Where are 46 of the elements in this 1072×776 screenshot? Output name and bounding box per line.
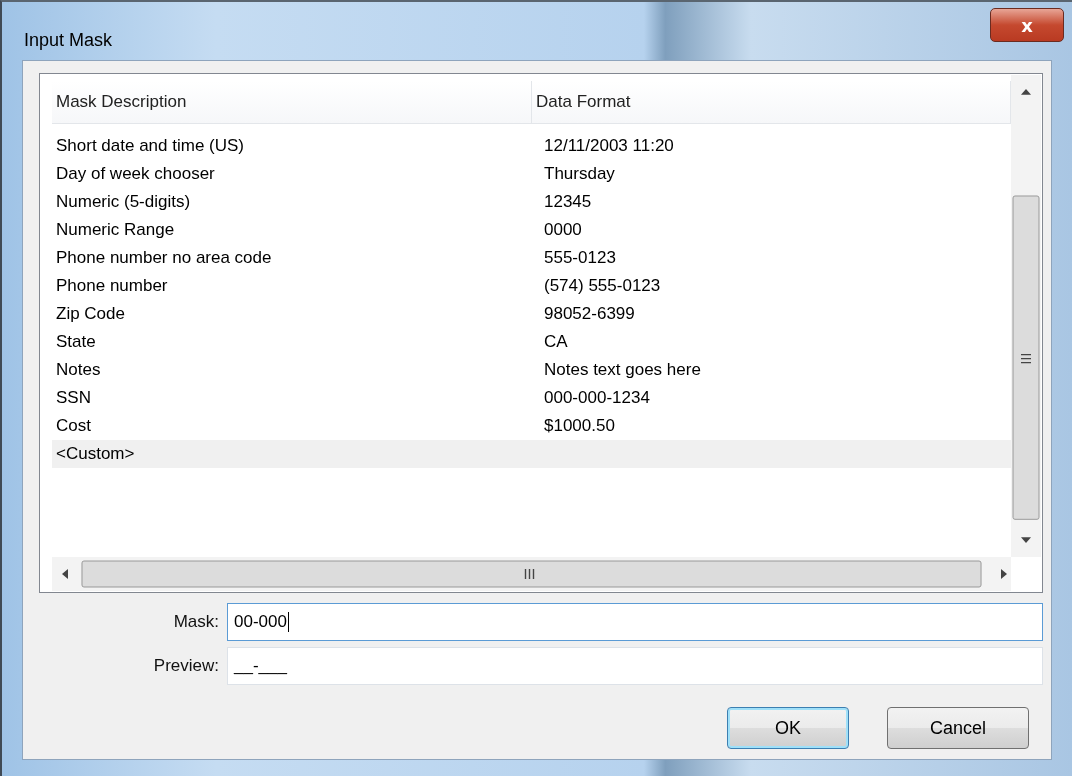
list-row[interactable]: Day of week chooser Thursday xyxy=(52,160,1011,188)
list-row[interactable]: SSN 000-000-1234 xyxy=(52,384,1011,412)
list-row[interactable]: State CA xyxy=(52,328,1011,356)
format-text: Thursday xyxy=(543,164,616,184)
description-text: Notes xyxy=(55,360,102,380)
list-row[interactable]: Short date and time (US) 12/11/2003 11:20 xyxy=(52,132,1011,160)
format-text: 98052-6399 xyxy=(543,304,636,324)
format-text: 555-0123 xyxy=(543,248,617,268)
format-text: 12345 xyxy=(543,192,593,212)
list-row[interactable]: Cost $1000.50 xyxy=(52,412,1011,440)
field-label: Mask: xyxy=(172,612,219,632)
format-text: 000-000-1234 xyxy=(543,388,651,408)
list-row[interactable]: Phone number no area code 555-0123 xyxy=(52,244,1011,272)
input-field[interactable]: __-___ xyxy=(227,647,1043,685)
ok-button[interactable]: OK xyxy=(727,707,849,749)
window-title: Input Mask xyxy=(24,30,113,51)
description-text: Phone number no area code xyxy=(55,248,273,268)
format-text: CA xyxy=(543,332,569,352)
format-text: (574) 555-0123 xyxy=(543,276,662,296)
description-text: Short date and time (US) xyxy=(55,136,246,156)
description-text: Phone number xyxy=(55,276,169,296)
input-field[interactable]: 00-000 xyxy=(227,603,1043,641)
format-text: 0000 xyxy=(543,220,583,240)
list-row[interactable]: Phone number (574) 555-0123 xyxy=(52,272,1011,300)
close-button[interactable]: x xyxy=(990,8,1064,42)
description-text: Zip Code xyxy=(55,304,126,324)
description-text: Day of week chooser xyxy=(55,164,216,184)
format-text: Notes text goes here xyxy=(543,360,702,380)
description-text: SSN xyxy=(55,388,92,408)
list-row[interactable]: Zip Code 98052-6399 xyxy=(52,300,1011,328)
description-text: Numeric (5-digits) xyxy=(55,192,192,212)
field-label: Preview: xyxy=(152,656,219,676)
description-text: Numeric Range xyxy=(55,220,176,240)
format-text: $1000.50 xyxy=(543,416,616,436)
cancel-button[interactable]: Cancel xyxy=(887,707,1029,749)
list-row[interactable]: Numeric Range 0000 xyxy=(52,216,1011,244)
column-header[interactable]: Mask Description xyxy=(52,81,532,123)
description-text: Cost xyxy=(55,416,92,436)
vertical-scrollbar[interactable] xyxy=(1011,75,1041,557)
format-text: 12/11/2003 11:20 xyxy=(543,136,675,156)
list-row[interactable]: Numeric (5-digits) 12345 xyxy=(52,188,1011,216)
list-row[interactable]: <Custom> xyxy=(52,440,1011,468)
description-text: <Custom> xyxy=(55,444,136,464)
list-row[interactable]: Notes Notes text goes here xyxy=(52,356,1011,384)
description-text: State xyxy=(55,332,97,352)
horizontal-scrollbar[interactable] xyxy=(52,557,1011,591)
